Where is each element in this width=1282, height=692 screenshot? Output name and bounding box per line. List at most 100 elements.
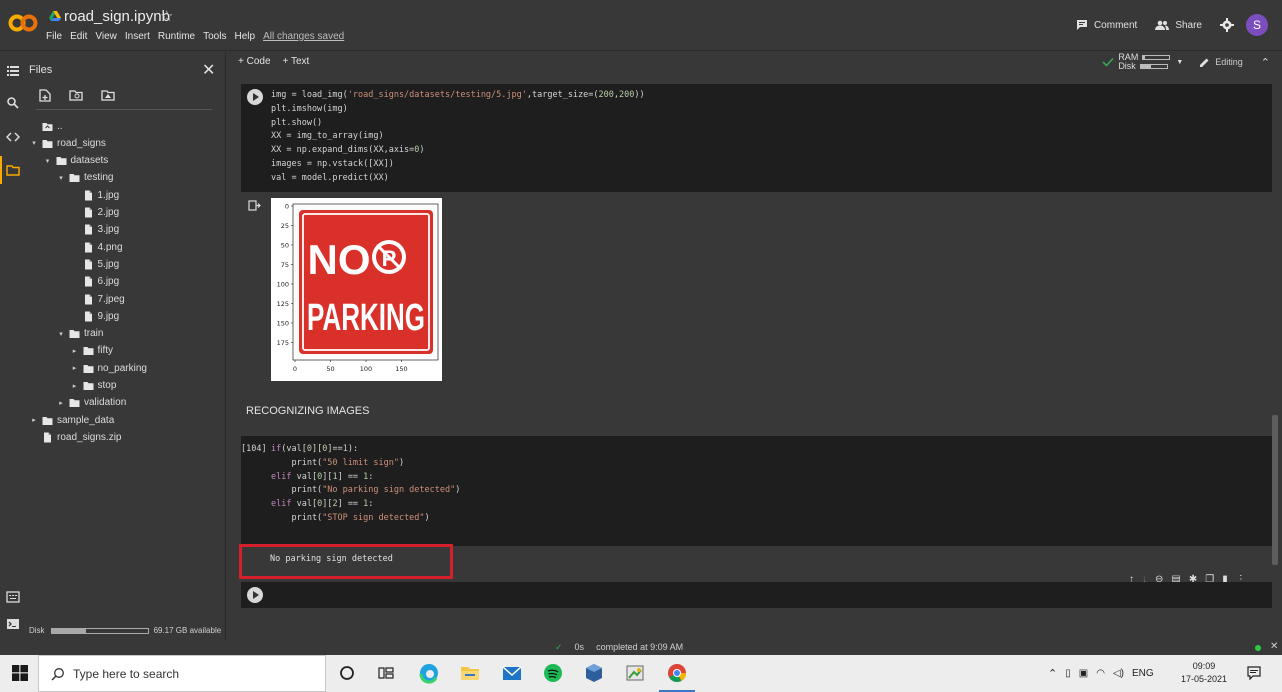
file-tree-label: .. <box>57 120 63 132</box>
comment-button[interactable]: Comment <box>1076 19 1137 31</box>
execution-status[interactable]: ✓ 0s completed at 9:09 AM <box>555 642 683 653</box>
mount-drive-icon[interactable] <box>101 89 115 101</box>
chevron-right-icon[interactable]: ▸ <box>70 382 80 390</box>
windows-start-icon[interactable] <box>12 665 28 681</box>
windows-taskbar: Type here to search ⌃ ▯ ▣ ◠ ◁) ENG 09:09… <box>0 655 1282 692</box>
file-tree-item[interactable]: 7.jpeg <box>70 291 125 307</box>
tablet-icon[interactable]: ▯ <box>1065 668 1071 679</box>
search-icon[interactable] <box>6 96 20 110</box>
menu-help[interactable]: Help <box>234 31 255 42</box>
menu-insert[interactable]: Insert <box>125 31 150 42</box>
colab-logo[interactable] <box>8 12 38 34</box>
chevron-up-icon[interactable]: ⌃ <box>1048 667 1057 680</box>
edge-icon[interactable] <box>418 662 440 684</box>
close-icon[interactable]: ✕ <box>202 60 215 80</box>
volume-icon[interactable]: ◁) <box>1113 668 1124 679</box>
add-text-button[interactable]: + Text <box>283 56 310 67</box>
code-snippets-icon[interactable] <box>6 130 20 144</box>
code-cell-2[interactable]: [104] if(val[0][0]==1): print("50 limit … <box>241 436 1272 546</box>
file-tree-label: road_signs <box>57 137 106 149</box>
table-of-contents-icon[interactable] <box>6 64 20 78</box>
code-cell-1[interactable]: img = load_img('road_signs/datasets/test… <box>241 84 1272 192</box>
file-tree-item[interactable]: ▾ datasets <box>43 153 109 169</box>
chevron-down-icon[interactable]: ▾ <box>56 174 66 182</box>
chevron-down-icon[interactable]: ▼ <box>1176 59 1183 66</box>
file-tree-item[interactable]: ▸ stop <box>70 378 117 394</box>
file-tree-item[interactable]: 2.jpg <box>70 205 119 221</box>
clock-time: 09:09 <box>1192 661 1216 671</box>
taskbar-search[interactable]: Type here to search <box>38 655 326 692</box>
command-palette-icon[interactable] <box>6 590 20 604</box>
folder-icon[interactable] <box>6 163 20 177</box>
file-tree-item[interactable]: 5.jpg <box>70 256 119 272</box>
run-cell-button[interactable] <box>247 89 263 105</box>
chrome-icon[interactable] <box>666 662 688 684</box>
chevron-down-icon[interactable]: ▾ <box>56 330 66 338</box>
chevron-right-icon[interactable]: ▸ <box>29 416 39 424</box>
file-tree-item[interactable]: ▾ train <box>56 326 103 342</box>
virtualbox-icon[interactable] <box>583 662 605 684</box>
file-tree-item[interactable]: ▸ sample_data <box>29 412 114 428</box>
menu-view[interactable]: View <box>95 31 117 42</box>
file-tree-item[interactable]: ▸ no_parking <box>70 360 147 376</box>
upload-file-icon[interactable] <box>39 89 51 102</box>
file-tree-item[interactable]: 3.jpg <box>70 222 119 238</box>
language-indicator[interactable]: ENG <box>1132 668 1154 679</box>
save-status-link[interactable]: All changes saved <box>263 31 344 42</box>
task-view-icon[interactable] <box>375 662 397 684</box>
menu-file[interactable]: File <box>46 31 62 42</box>
chevron-right-icon[interactable]: ▸ <box>70 364 80 372</box>
file-tree-label: fifty <box>97 345 114 357</box>
mail-icon[interactable] <box>501 662 523 684</box>
drive-icon[interactable] <box>49 10 61 22</box>
sign-text-no: NO <box>308 236 371 283</box>
refresh-folder-icon[interactable] <box>69 89 83 101</box>
avatar[interactable]: S <box>1246 14 1268 36</box>
chevron-down-icon[interactable]: ▾ <box>43 157 53 165</box>
menu-edit[interactable]: Edit <box>70 31 87 42</box>
file-explorer-icon[interactable] <box>459 662 481 684</box>
empty-code-cell[interactable] <box>241 582 1272 608</box>
share-button[interactable]: Share <box>1155 20 1202 31</box>
file-tree-item[interactable]: 9.jpg <box>70 308 119 324</box>
notebook-title[interactable]: road_sign.ipynb <box>64 8 170 25</box>
wifi-icon[interactable]: ◠ <box>1096 668 1105 679</box>
file-tree-label: no_parking <box>97 362 147 374</box>
resource-monitor[interactable]: RAM Disk <box>1118 53 1171 71</box>
chevron-right-icon[interactable]: ▸ <box>70 347 80 355</box>
notebook-area: + Code + Text RAM Disk ▼ Editing ⌃ img =… <box>226 52 1282 641</box>
clock[interactable]: 09:09 17-05-2021 <box>1178 660 1230 686</box>
vpn-icon[interactable]: ▣ <box>1079 668 1088 679</box>
paint-icon[interactable] <box>624 662 646 684</box>
file-tree-item[interactable]: road_signs.zip <box>29 429 121 445</box>
menu-tools[interactable]: Tools <box>203 31 226 42</box>
notification-icon[interactable] <box>1247 666 1261 680</box>
terminal-icon[interactable] <box>6 617 20 631</box>
chevron-right-icon[interactable]: ▸ <box>56 399 66 407</box>
star-icon[interactable]: ☆ <box>160 7 173 25</box>
scrollbar[interactable] <box>1272 415 1278 565</box>
code-editor[interactable]: if(val[0][0]==1): print("50 limit sign")… <box>271 443 460 526</box>
chevron-down-icon[interactable]: ▾ <box>29 139 39 147</box>
collapse-chevron-icon[interactable]: ⌃ <box>1261 56 1270 69</box>
file-tree-item[interactable]: 1.jpg <box>70 187 119 203</box>
file-tree-item[interactable]: ▸ fifty <box>70 343 114 359</box>
settings-gear-icon[interactable] <box>1220 18 1234 32</box>
section-heading[interactable]: RECOGNIZING IMAGES <box>246 405 369 417</box>
code-editor[interactable]: img = load_img('road_signs/datasets/test… <box>271 89 645 186</box>
file-tree-item[interactable]: .. <box>29 118 63 134</box>
file-tree-item[interactable]: ▸ validation <box>56 395 126 411</box>
add-code-button[interactable]: + Code <box>238 56 271 67</box>
file-tree-item[interactable]: 6.jpg <box>70 274 119 290</box>
header-actions: Comment Share S <box>1076 14 1268 36</box>
run-cell-button[interactable] <box>247 587 263 603</box>
menu-runtime[interactable]: Runtime <box>158 31 195 42</box>
file-tree-item[interactable]: ▾ road_signs <box>29 135 106 151</box>
file-tree-item[interactable]: ▾ testing <box>56 170 113 186</box>
file-tree-item[interactable]: 4.png <box>70 239 123 255</box>
editing-button[interactable]: Editing <box>1199 57 1243 68</box>
close-status-icon[interactable]: ✕ <box>1270 641 1278 652</box>
cortana-icon[interactable] <box>336 662 358 684</box>
output-icon[interactable] <box>248 200 261 211</box>
spotify-icon[interactable] <box>542 662 564 684</box>
